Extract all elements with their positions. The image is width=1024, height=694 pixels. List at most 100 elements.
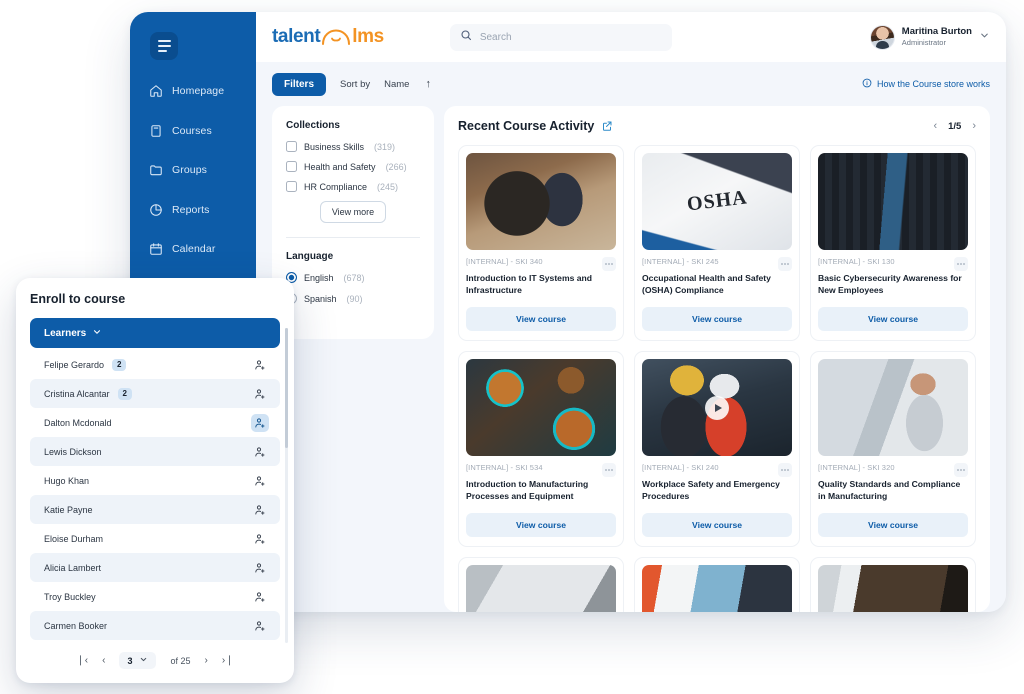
filters-button[interactable]: Filters xyxy=(272,73,326,96)
sidebar-item-label: Homepage xyxy=(172,85,224,97)
activity-pagination: ‹ 1/5 › xyxy=(933,121,976,132)
checkbox-icon[interactable] xyxy=(286,161,297,172)
learner-name: Hugo Khan xyxy=(44,476,89,486)
view-more-button[interactable]: View more xyxy=(320,201,386,223)
sidebar-item-label: Calendar xyxy=(172,243,215,255)
pagination-prev-button[interactable]: ‹ xyxy=(102,655,105,666)
add-user-icon[interactable] xyxy=(251,617,269,635)
course-thumbnail-warehouse-inspector xyxy=(818,359,968,456)
pagination-next-button[interactable]: › xyxy=(205,655,208,666)
info-icon xyxy=(862,78,872,90)
sort-by-value[interactable]: Name xyxy=(384,79,409,90)
logo-text-secondary: lms xyxy=(352,26,384,48)
list-item[interactable]: Troy Buckley xyxy=(30,582,280,611)
chevron-down-icon xyxy=(139,655,148,666)
chevron-down-icon[interactable] xyxy=(979,28,990,46)
list-item[interactable]: Eloise Durham xyxy=(30,524,280,553)
how-course-store-works-link[interactable]: How the Course store works xyxy=(862,78,990,90)
pagination-first-button[interactable]: ❘‹ xyxy=(76,655,88,666)
add-user-icon[interactable] xyxy=(251,414,269,432)
user-info: Maritina Burton Administrator xyxy=(902,26,972,47)
course-title: Introduction to Manufacturing Processes … xyxy=(466,479,616,503)
course-card[interactable]: OSHA [INTERNAL] - SKI 245 Occupational H… xyxy=(634,145,800,341)
talentlms-logo[interactable]: talent lms xyxy=(272,26,384,48)
course-card[interactable]: [INTERNAL] - SKI 240 Workplace Safety an… xyxy=(634,351,800,547)
add-user-icon[interactable] xyxy=(251,443,269,461)
course-sku: [INTERNAL] - SKI 340 xyxy=(466,257,543,266)
list-item[interactable]: Felipe Gerardo 2 xyxy=(30,350,280,379)
language-count: (678) xyxy=(344,273,365,283)
card-more-options-icon[interactable] xyxy=(954,463,968,477)
folder-icon xyxy=(148,163,163,178)
course-card[interactable] xyxy=(810,557,976,612)
modal-scrollbar[interactable] xyxy=(285,328,288,643)
view-course-button[interactable]: View course xyxy=(466,307,616,331)
course-card[interactable]: [INTERNAL] - SKI 130 Basic Cybersecurity… xyxy=(810,145,976,341)
course-thumbnail-factory-workers xyxy=(642,359,792,456)
checkbox-icon[interactable] xyxy=(286,181,297,192)
checkbox-icon[interactable] xyxy=(286,141,297,152)
list-item[interactable]: Lewis Dickson xyxy=(30,437,280,466)
view-course-button[interactable]: View course xyxy=(818,513,968,537)
learners-dropdown[interactable]: Learners xyxy=(30,318,280,348)
filter-label: Health and Safety xyxy=(304,162,376,172)
course-card[interactable]: [INTERNAL] - SKI 534 Introduction to Man… xyxy=(458,351,624,547)
add-user-icon[interactable] xyxy=(251,530,269,548)
course-card[interactable]: [INTERNAL] - SKI 320 Quality Standards a… xyxy=(810,351,976,547)
sidebar-item-courses[interactable]: Courses xyxy=(130,114,256,148)
user-role: Administrator xyxy=(902,38,972,47)
card-more-options-icon[interactable] xyxy=(602,463,616,477)
total-pages-label: of 25 xyxy=(170,656,190,666)
card-more-options-icon[interactable] xyxy=(602,257,616,271)
view-course-button[interactable]: View course xyxy=(466,513,616,537)
list-item[interactable]: Katie Payne xyxy=(30,495,280,524)
external-link-icon[interactable] xyxy=(601,120,613,132)
language-label: English xyxy=(304,273,334,283)
search-input[interactable]: Search xyxy=(450,24,672,51)
sidebar-item-reports[interactable]: Reports xyxy=(130,193,256,227)
pagination-next-button[interactable]: › xyxy=(972,121,976,132)
list-item[interactable]: Hugo Khan xyxy=(30,466,280,495)
course-sku: [INTERNAL] - SKI 240 xyxy=(642,463,719,472)
page-number-select[interactable]: 3 xyxy=(119,652,156,669)
language-title: Language xyxy=(286,251,420,262)
card-more-options-icon[interactable] xyxy=(954,257,968,271)
sidebar-item-calendar[interactable]: Calendar xyxy=(130,232,256,266)
list-item[interactable]: Carmen Booker xyxy=(30,611,280,640)
user-menu[interactable]: Maritina Burton Administrator xyxy=(870,25,990,50)
filter-count: (319) xyxy=(374,142,395,152)
list-item[interactable]: Alicia Lambert xyxy=(30,553,280,582)
add-user-icon[interactable] xyxy=(251,472,269,490)
filter-checkbox-business-skills[interactable]: Business Skills (319) xyxy=(286,141,420,152)
filter-checkbox-hr-compliance[interactable]: HR Compliance (245) xyxy=(286,181,420,192)
view-course-button[interactable]: View course xyxy=(818,307,968,331)
play-button-icon[interactable] xyxy=(705,396,729,420)
list-item[interactable]: Dalton Mcdonald xyxy=(30,408,280,437)
learner-name: Troy Buckley xyxy=(44,592,96,602)
course-card[interactable] xyxy=(634,557,800,612)
sidebar-item-groups[interactable]: Groups xyxy=(130,153,256,187)
view-course-button[interactable]: View course xyxy=(642,307,792,331)
pie-chart-icon xyxy=(148,202,163,217)
course-card[interactable] xyxy=(458,557,624,612)
language-option-english[interactable]: English (678) xyxy=(286,272,420,283)
add-user-icon[interactable] xyxy=(251,356,269,374)
page-title: Recent Course Activity xyxy=(458,119,594,133)
pagination-last-button[interactable]: ›❘ xyxy=(222,655,234,666)
add-user-icon[interactable] xyxy=(251,385,269,403)
view-course-button[interactable]: View course xyxy=(642,513,792,537)
filter-checkbox-health-and-safety[interactable]: Health and Safety (266) xyxy=(286,161,420,172)
pagination-prev-button[interactable]: ‹ xyxy=(933,121,937,132)
course-card[interactable]: [INTERNAL] - SKI 340 Introduction to IT … xyxy=(458,145,624,341)
add-user-icon[interactable] xyxy=(251,588,269,606)
add-user-icon[interactable] xyxy=(251,501,269,519)
language-option-spanish[interactable]: Spanish (90) xyxy=(286,293,420,304)
menu-toggle-button[interactable] xyxy=(150,32,178,60)
card-more-options-icon[interactable] xyxy=(778,463,792,477)
list-item[interactable]: Cristina Alcantar 2 xyxy=(30,379,280,408)
learners-dropdown-label: Learners xyxy=(44,328,86,339)
card-more-options-icon[interactable] xyxy=(778,257,792,271)
sort-direction-arrow-icon[interactable]: ↑ xyxy=(425,78,431,90)
add-user-icon[interactable] xyxy=(251,559,269,577)
sidebar-item-homepage[interactable]: Homepage xyxy=(130,74,256,108)
